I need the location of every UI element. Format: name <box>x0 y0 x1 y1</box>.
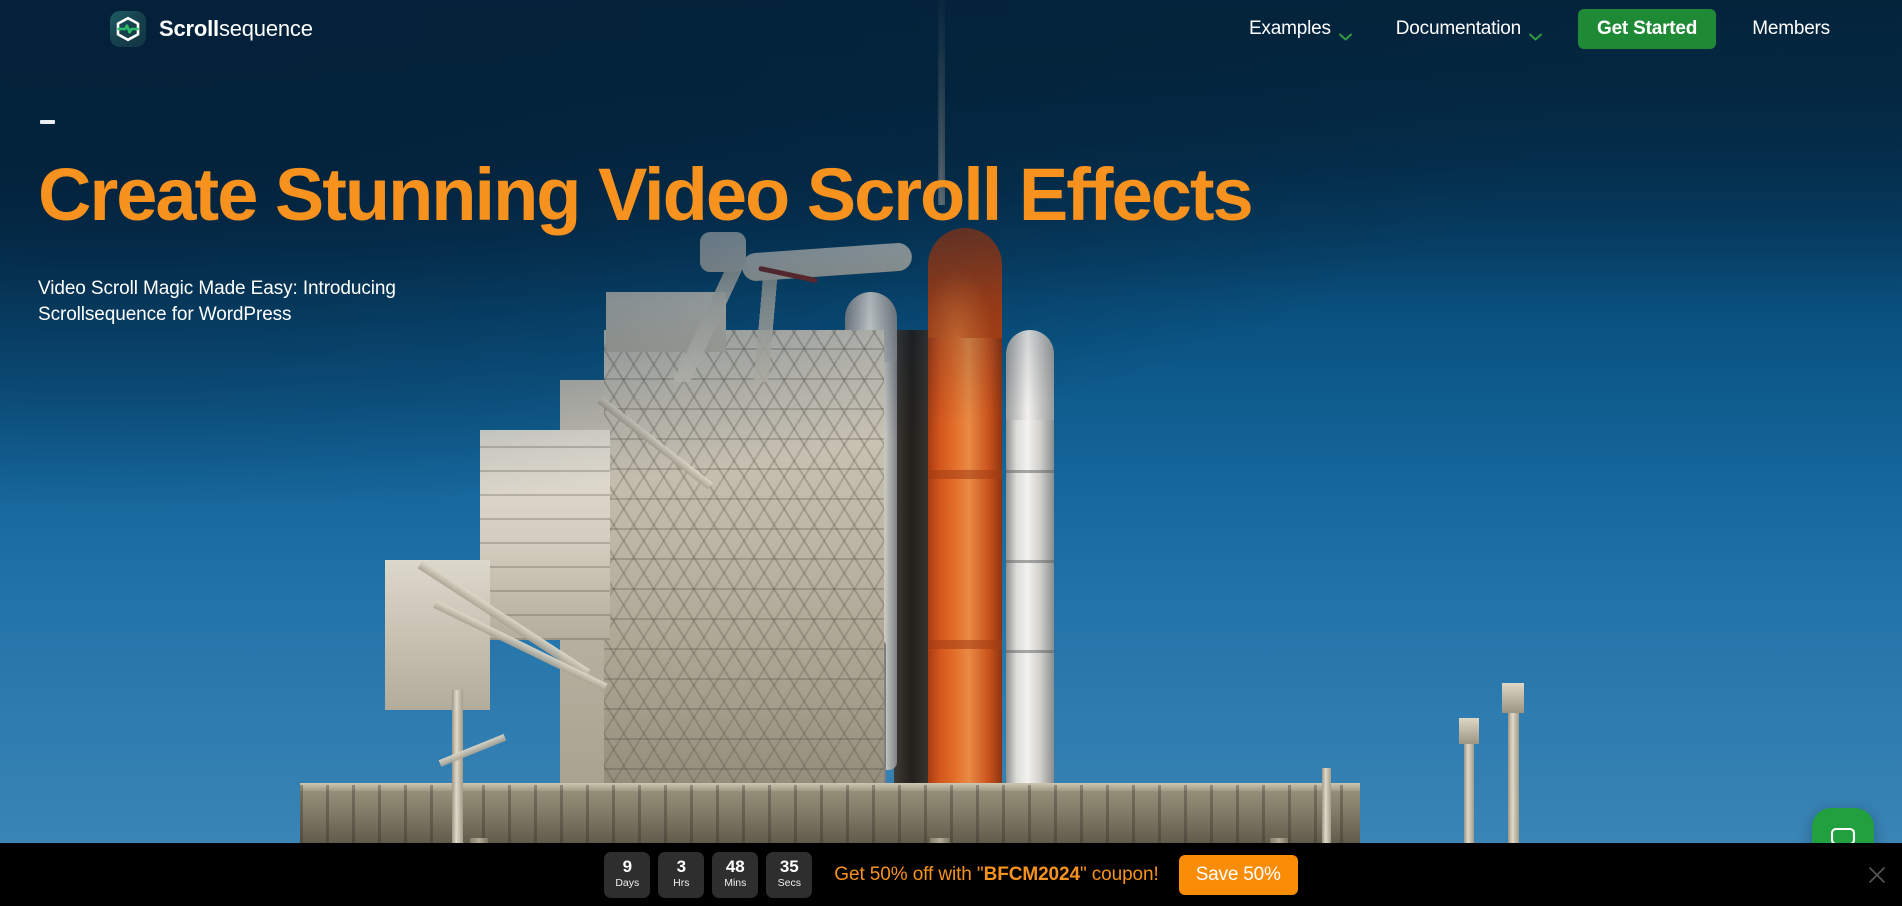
nav-item-documentation[interactable]: Documentation <box>1374 18 1564 41</box>
countdown-seconds: 35 Secs <box>766 851 813 898</box>
page-title: Create Stunning Video Scroll Effects <box>38 153 1254 236</box>
main-navigation: Examples Documentation Get Started Membe… <box>1227 9 1852 49</box>
hero-subtitle: Video Scroll Magic Made Easy: Introducin… <box>38 278 396 326</box>
countdown-label: Mins <box>724 877 747 890</box>
countdown-value: 48 <box>725 857 745 877</box>
nav-item-label: Members <box>1752 18 1830 39</box>
logo-text-bold: Scroll <box>159 16 219 41</box>
close-icon[interactable] <box>1866 864 1888 886</box>
countdown-value: 3 <box>676 857 687 877</box>
logo-text: Scrollsequence <box>159 16 313 42</box>
countdown-days: 9 Days <box>604 851 651 898</box>
nav-item-members[interactable]: Members <box>1730 18 1852 40</box>
countdown-label: Secs <box>777 877 801 890</box>
eyebrow-dash <box>40 120 55 124</box>
chevron-down-icon <box>1529 25 1542 41</box>
nav-item-label: Examples <box>1248 18 1331 39</box>
scrollsequence-hexagon-logo-icon <box>110 11 146 47</box>
countdown-label: Days <box>615 877 640 890</box>
countdown-timer: 9 Days 3 Hrs 48 Mins 35 Secs <box>604 851 813 898</box>
logo[interactable]: Scrollsequence <box>110 11 313 47</box>
promo-message-prefix: Get 50% off with " <box>834 863 984 885</box>
site-header: Scrollsequence Examples Documentation Ge… <box>0 0 1902 58</box>
logo-text-light: sequence <box>218 16 313 41</box>
hero-content: Create Stunning Video Scroll Effects Vid… <box>38 120 1254 328</box>
countdown-label: Hrs <box>673 877 690 890</box>
countdown-value: 9 <box>622 857 633 877</box>
nav-item-label: Documentation <box>1395 18 1521 39</box>
coupon-code: BFCM2024 <box>983 863 1080 885</box>
nav-item-examples[interactable]: Examples <box>1227 18 1374 41</box>
save-50-button[interactable]: Save 50% <box>1178 854 1298 895</box>
chevron-down-icon <box>1338 25 1352 41</box>
promo-message: Get 50% off with "BFCM2024" coupon! <box>834 864 1158 886</box>
countdown-minutes: 48 Mins <box>712 851 759 898</box>
countdown-value: 35 <box>779 857 799 877</box>
promo-bar: 9 Days 3 Hrs 48 Mins 35 Secs Get 50% off… <box>0 843 1902 906</box>
promo-message-suffix: " coupon! <box>1079 863 1159 885</box>
countdown-hours: 3 Hrs <box>658 851 705 898</box>
get-started-button[interactable]: Get Started <box>1577 9 1717 49</box>
